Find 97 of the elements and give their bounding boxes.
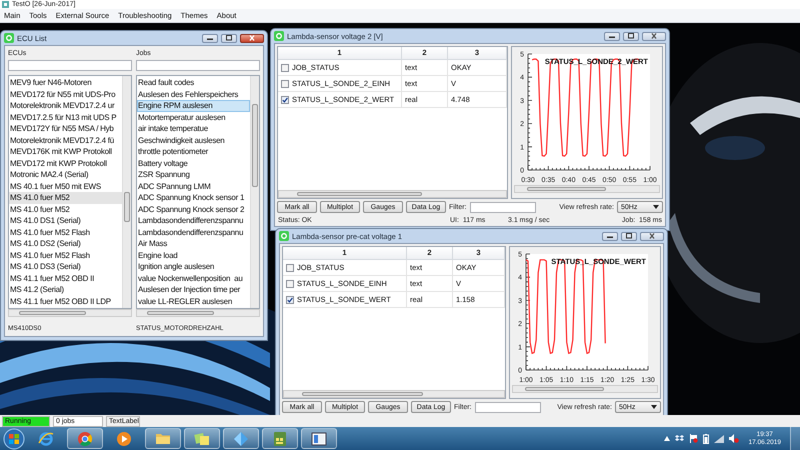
- list-item[interactable]: Air Mass: [137, 238, 250, 250]
- show-desktop-button[interactable]: [790, 427, 800, 450]
- caret-icon: [651, 405, 657, 409]
- close-icon: [648, 233, 656, 239]
- maximize-icon: [225, 35, 233, 41]
- list-item[interactable]: MEV9 fuer N46-Motoren: [9, 77, 122, 88]
- close-button[interactable]: [640, 232, 664, 240]
- scrollbar[interactable]: [283, 390, 505, 398]
- list-item[interactable]: Motortemperatur auslesen: [137, 112, 250, 123]
- scrollbar[interactable]: [136, 309, 260, 317]
- checkbox[interactable]: [286, 280, 294, 288]
- list-item[interactable]: Motronic MA2.4 (Serial): [9, 169, 122, 180]
- close-button[interactable]: [240, 34, 264, 42]
- checkbox[interactable]: [286, 296, 294, 304]
- list-item[interactable]: Read fault codes: [137, 77, 250, 88]
- list-item[interactable]: MS 41.0 fuer M52 Flash: [9, 226, 122, 238]
- scrollbar[interactable]: [514, 185, 660, 193]
- close-icon: [650, 33, 658, 39]
- list-item[interactable]: air intake temperatue: [137, 123, 250, 134]
- minimize-button[interactable]: [202, 34, 218, 42]
- maximize-button[interactable]: [623, 32, 639, 40]
- list-item[interactable]: MS 40.1 fuer M50 mit EWS: [9, 180, 122, 192]
- close-icon: [248, 35, 256, 41]
- start-button[interactable]: [3, 428, 25, 450]
- list-item[interactable]: MS 41.1 fuer M52 OBD II LDP: [9, 296, 122, 307]
- scrollbar[interactable]: [122, 76, 131, 308]
- list-item[interactable]: MEVD176K mit KWP Protokoll: [9, 146, 122, 158]
- box-icon[interactable]: [675, 434, 684, 443]
- list-item[interactable]: MEVD172 für N55 mit UDS-Pro: [9, 88, 122, 100]
- list-item[interactable]: Auslesen der Injection time per: [137, 284, 250, 296]
- list-item[interactable]: Lambdasondendifferenzspannu: [137, 226, 250, 238]
- checkbox[interactable]: [286, 264, 294, 272]
- app-icon: [233, 430, 249, 446]
- browser-icon: [38, 430, 54, 446]
- taskbar-button[interactable]: [145, 428, 181, 449]
- app-icon: [272, 430, 288, 446]
- battery-icon[interactable]: [703, 434, 710, 444]
- speaker-icon[interactable]: [729, 434, 740, 443]
- list-item[interactable]: MEVD17.2.5 für N13 mit UDS P: [9, 112, 122, 123]
- browser-icon: [77, 430, 93, 446]
- list-item[interactable]: value LL-REGLER auslesen: [137, 296, 250, 307]
- scrollbar[interactable]: [512, 385, 658, 393]
- app-icon: [4, 33, 14, 43]
- filter-field[interactable]: [8, 60, 132, 71]
- list-item[interactable]: ADC Spannung Knock sensor 2: [137, 204, 250, 215]
- list-item[interactable]: value Nockenwellenposition au: [137, 272, 250, 284]
- minimize-button[interactable]: [604, 32, 620, 40]
- list-item[interactable]: MS 41.0 DS1 (Serial): [9, 215, 122, 226]
- list-item[interactable]: Engine load: [137, 250, 250, 261]
- caret-icon: [653, 205, 659, 209]
- list-item[interactable]: Engine RPM auslesen: [137, 100, 250, 112]
- taskbar-button[interactable]: [184, 428, 220, 449]
- filter-field[interactable]: [136, 60, 260, 71]
- list-item[interactable]: ADC SPannung LMM: [137, 180, 250, 192]
- list-item[interactable]: MS 41.0 fuer M52: [9, 192, 122, 204]
- checkbox[interactable]: [281, 96, 289, 104]
- maximize-button[interactable]: [621, 232, 637, 240]
- taskbar-button[interactable]: [301, 428, 337, 449]
- list-item[interactable]: MS 41.2 (Serial): [9, 284, 122, 296]
- app-icon: [274, 31, 284, 41]
- taskbar-button[interactable]: [262, 428, 298, 449]
- notes-icon: [194, 430, 210, 446]
- list-item[interactable]: MS 41.1 fuer M52 OBD II: [9, 272, 122, 284]
- scrollbar[interactable]: [278, 190, 507, 198]
- maximize-button[interactable]: [221, 34, 237, 42]
- media-player-icon: [116, 430, 132, 446]
- caret-icon[interactable]: [664, 436, 670, 441]
- filter-field[interactable]: [470, 202, 536, 212]
- window-icon: [311, 430, 327, 446]
- scrollbar[interactable]: [250, 76, 259, 308]
- list-item[interactable]: MS 41.0 DS3 (Serial): [9, 261, 122, 272]
- list-item[interactable]: Motorelektronik MEVD17.2.4 ur: [9, 100, 122, 112]
- list-item[interactable]: Motorelektronik MEVD17.2.4 fü: [9, 134, 122, 146]
- minimize-button[interactable]: [602, 232, 618, 240]
- list-item[interactable]: MEVD172 mit KWP Protokoll: [9, 158, 122, 169]
- list-item[interactable]: MS 41.0 fuer M52 Flash: [9, 250, 122, 261]
- list-item[interactable]: ZSR Spannung: [137, 169, 250, 180]
- list-item[interactable]: throttle potentiometer: [137, 146, 250, 158]
- list-item[interactable]: Auslesen des Fehlerspeichers: [137, 88, 250, 100]
- close-button[interactable]: [642, 32, 666, 40]
- list-item[interactable]: Battery voltage: [137, 158, 250, 169]
- checkbox[interactable]: [281, 80, 289, 88]
- list-item[interactable]: MEVD172Y für N55 MSA / Hyb: [9, 123, 122, 134]
- list-item[interactable]: Lambdasondendifferenzspannu: [137, 215, 250, 226]
- scrollbar[interactable]: [8, 309, 132, 317]
- checkbox[interactable]: [281, 64, 289, 72]
- list-item[interactable]: MS 41.0 DS2 (Serial): [9, 238, 122, 250]
- app-icon: [279, 231, 289, 241]
- list-item[interactable]: Ignition angle auslesen: [137, 261, 250, 272]
- list-item[interactable]: MS 41.0 fuer M52: [9, 204, 122, 215]
- flag-icon[interactable]: [689, 434, 698, 443]
- list-item[interactable]: ADC Spannung Knock sensor 1: [137, 192, 250, 204]
- maximize-icon: [627, 33, 635, 39]
- signal-icon[interactable]: [714, 434, 724, 442]
- list-item[interactable]: Geschwindigkeit auslesen: [137, 134, 250, 146]
- maximize-icon: [625, 233, 633, 239]
- filter-field[interactable]: [474, 402, 540, 412]
